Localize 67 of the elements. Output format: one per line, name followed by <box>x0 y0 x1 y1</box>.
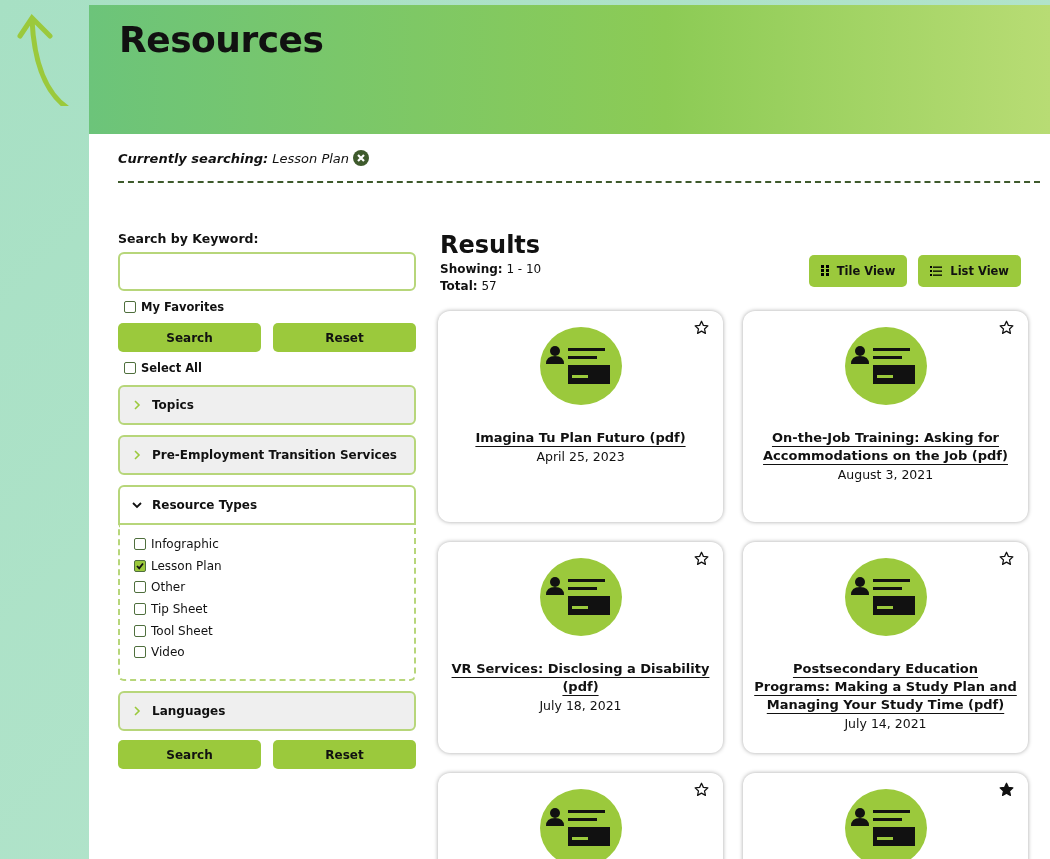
reset-button[interactable]: Reset <box>273 740 416 770</box>
tile-view-button[interactable]: Tile View <box>808 254 908 287</box>
chevron-icon <box>132 500 142 510</box>
chevron-icon <box>132 706 142 717</box>
resource-date: April 25, 2023 <box>536 448 625 464</box>
showing-range: 1 - 10 <box>506 262 542 276</box>
checkbox[interactable] <box>134 646 146 659</box>
checkbox-label: Video <box>151 645 185 660</box>
list-icon <box>930 265 943 276</box>
current-search-value: Lesson Plan <box>272 150 350 166</box>
resource-date: July 14, 2021 <box>844 716 927 732</box>
resource-date: July 18, 2021 <box>539 697 622 713</box>
document-person-icon <box>844 557 927 636</box>
checkbox-label: Infographic <box>151 536 219 551</box>
results-title: Results <box>440 231 542 259</box>
document-person-icon <box>539 557 622 636</box>
checkbox-label: Tip Sheet <box>151 601 208 616</box>
chevron-icon <box>132 400 142 410</box>
checkbox[interactable] <box>134 559 146 572</box>
star-icon[interactable] <box>999 319 1014 335</box>
resource-title-link[interactable]: On-the-Job Training: Asking for Accommodations on the Job (pdf) <box>753 428 1018 465</box>
checkbox-label: Select All <box>141 361 202 375</box>
checkbox[interactable] <box>124 362 136 374</box>
page-title: Resources <box>119 18 325 60</box>
checkbox[interactable] <box>134 602 146 615</box>
resource-card[interactable]: On-the-Job Training: Asking for Accommodations on the Job (pdf) August 3, 2021 <box>743 310 1028 522</box>
current-search-label: Currently searching: <box>118 150 269 166</box>
star-icon[interactable] <box>999 781 1014 797</box>
reset-button[interactable]: Reset <box>273 323 416 352</box>
resource-date: August 3, 2021 <box>837 466 934 482</box>
chevron-icon <box>132 450 142 460</box>
grid-dots-icon <box>820 265 829 277</box>
checkbox[interactable] <box>124 301 136 313</box>
document-person-icon <box>539 788 622 859</box>
checkbox-label: Tool Sheet <box>151 623 213 638</box>
document-person-icon <box>844 788 927 859</box>
accordion-header[interactable]: Pre-Employment Transition Services <box>118 435 416 475</box>
clear-search-icon[interactable] <box>353 150 370 166</box>
resource-card[interactable]: Postsecondary Education Programs: Making a Study Plan and Managing Your Study Time (pdf) July 14, 2021 <box>743 541 1028 753</box>
star-icon[interactable] <box>999 550 1014 566</box>
showing-label: Showing: <box>440 262 503 276</box>
resource-card[interactable]: VR Services: Disclosing a Disability (pdf) July 18, 2021 <box>438 541 723 753</box>
document-person-icon <box>539 326 622 405</box>
checkbox-label: My Favorites <box>141 300 225 314</box>
resource-title-link[interactable]: Postsecondary Education Programs: Making a Study Plan and Managing Your Study Time (pdf) <box>753 659 1018 715</box>
list-view-button[interactable]: List View <box>918 254 1021 287</box>
total-label: Total: <box>440 278 478 293</box>
accordion-header[interactable]: Languages <box>118 691 416 732</box>
document-person-icon <box>844 326 927 405</box>
checkbox[interactable] <box>134 537 146 550</box>
total-count: 57 <box>481 278 497 293</box>
accordion-header[interactable]: Topics <box>118 385 416 425</box>
checkbox-label: Other <box>151 580 186 595</box>
search-button[interactable]: Search <box>118 323 261 352</box>
checkbox-label: Lesson Plan <box>151 558 222 573</box>
keyword-field[interactable] <box>118 252 416 291</box>
star-icon[interactable] <box>694 319 709 335</box>
checkbox[interactable] <box>134 624 146 637</box>
keyword-label: Search by Keyword: <box>118 231 260 246</box>
star-icon[interactable] <box>694 781 709 797</box>
search-button[interactable]: Search <box>118 740 261 770</box>
resource-title-link[interactable]: VR Services: Disclosing a Disability (pdf) <box>448 659 713 696</box>
accordion-header[interactable]: Resource Types <box>118 485 416 525</box>
resource-card[interactable]: Imagina Tu Plan Futuro (pdf) April 25, 2023 <box>438 310 723 522</box>
resource-title-link[interactable]: Imagina Tu Plan Futuro (pdf) <box>475 428 686 447</box>
star-icon[interactable] <box>694 550 709 566</box>
checkbox[interactable] <box>134 581 146 594</box>
